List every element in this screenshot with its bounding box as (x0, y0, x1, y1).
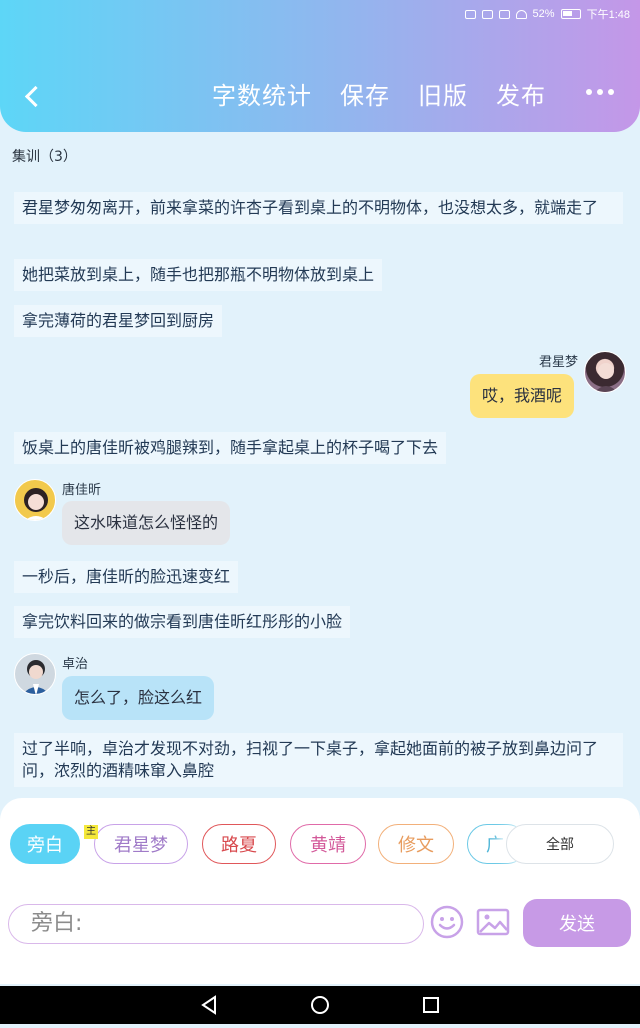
nav-actions: 字数统计 保存 旧版 发布 (212, 80, 574, 112)
word-count-button[interactable]: 字数统计 (212, 80, 312, 112)
publish-button[interactable]: 发布 (496, 80, 546, 112)
avatar[interactable] (584, 351, 626, 393)
avatar[interactable] (14, 479, 56, 521)
wifi-icon (515, 9, 527, 19)
composer-input[interactable]: 旁白: (8, 904, 424, 944)
emoji-button[interactable] (429, 904, 465, 940)
system-nav-bar (0, 986, 640, 1024)
narration-row[interactable]: 一秒后，唐佳昕的脸迅速变红 (14, 561, 239, 593)
more-button[interactable] (586, 89, 614, 95)
old-version-button[interactable]: 旧版 (418, 80, 468, 112)
triangle-back-icon (201, 995, 216, 1015)
more-dot (597, 89, 603, 95)
battery-percent: 52% (532, 8, 555, 20)
circle-home-icon (311, 996, 329, 1014)
all-roles-button[interactable]: 全部 (506, 824, 614, 864)
square-recents-icon (423, 997, 439, 1013)
role-chip-luxia[interactable]: 路夏 (202, 824, 276, 864)
dialogue-bubble[interactable]: 哎，我酒呢 (470, 374, 575, 418)
vibrate-icon (481, 9, 493, 19)
system-back-button[interactable] (189, 986, 229, 1024)
narration-row[interactable]: 饭桌上的唐佳昕被鸡腿辣到，随手拿起桌上的杯子喝了下去 (14, 432, 447, 464)
dialogue-bubble[interactable]: 怎么了，脸这么红 (62, 676, 215, 720)
image-icon (476, 908, 510, 936)
speaker-name: 唐佳昕 (62, 483, 102, 498)
more-dots-icon (586, 89, 592, 95)
portrait-icon (22, 660, 50, 694)
clock: 下午1:48 (586, 9, 630, 21)
role-chip-narrator[interactable]: 旁白 (10, 824, 80, 864)
speaker-name: 卓治 (62, 657, 89, 672)
narration-row[interactable]: 过了半响，卓治才发现不对劲，扫视了一下桌子，拿起她面前的被子放到鼻边问了问，浓烈… (14, 733, 623, 787)
save-button[interactable]: 保存 (340, 80, 390, 112)
speaker-name: 君星梦 (538, 355, 578, 370)
role-chip-huangjing[interactable]: 黄靖 (290, 824, 366, 864)
back-chevron-icon (24, 85, 46, 107)
role-chip-junxingmeng[interactable]: 君星梦 (94, 824, 188, 864)
main-role-tag: 主 (84, 825, 98, 839)
narration-row[interactable]: 她把菜放到桌上，随手也把那瓶不明物体放到桌上 (14, 259, 383, 291)
more-dot (608, 89, 614, 95)
narration-row[interactable]: 拿完饮料回来的做宗看到唐佳昕红彤彤的小脸 (14, 606, 351, 638)
top-app-bar: 52% 下午1:48 字数统计 保存 旧版 发布 (0, 0, 640, 132)
send-button[interactable]: 发送 (523, 899, 631, 947)
portrait-icon (594, 363, 618, 392)
battery-icon (560, 9, 581, 19)
system-recents-button[interactable] (411, 986, 451, 1024)
role-chip-xiuwen[interactable]: 修文 (378, 824, 454, 864)
portrait-icon (24, 488, 48, 520)
narration-row[interactable]: 拿完薄荷的君星梦回到厨房 (14, 305, 223, 337)
image-button[interactable] (475, 904, 511, 940)
system-home-button[interactable] (300, 986, 340, 1024)
narration-row[interactable]: 君星梦匆匆离开，前来拿菜的许杏子看到桌上的不明物体，也没想太多，就端走了 (14, 192, 623, 224)
chapter-title: 集训（3） (12, 149, 77, 165)
headphone-icon (464, 9, 476, 19)
smiley-icon (430, 905, 464, 939)
eye-comfort-icon (498, 9, 510, 19)
dialogue-bubble[interactable]: 这水味道怎么怪怪的 (62, 501, 231, 545)
avatar[interactable] (14, 653, 56, 695)
status-bar: 52% 下午1:48 (464, 6, 630, 22)
back-button[interactable] (14, 78, 50, 114)
